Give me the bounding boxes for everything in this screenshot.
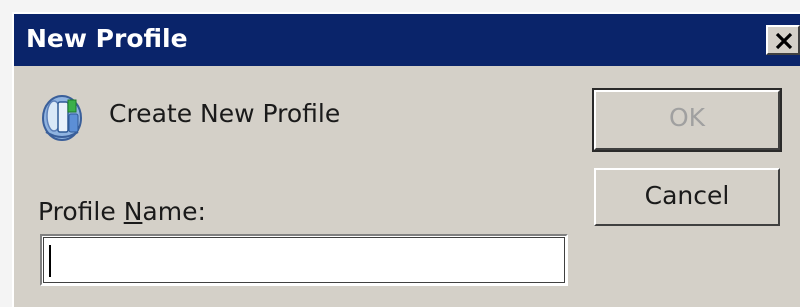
close-icon xyxy=(775,32,793,50)
profile-name-input[interactable] xyxy=(40,234,568,286)
cancel-button[interactable]: Cancel xyxy=(594,168,780,226)
label-accelerator: N xyxy=(123,197,143,226)
label-prefix: Profile xyxy=(38,197,124,226)
label-suffix: ame: xyxy=(142,197,206,226)
window-title: New Profile xyxy=(26,24,188,53)
close-button[interactable] xyxy=(766,25,800,55)
profile-icon xyxy=(42,95,82,141)
title-bar[interactable]: New Profile xyxy=(14,14,800,66)
profile-name-label: Profile Name: xyxy=(38,194,206,230)
dialog-heading: Create New Profile xyxy=(109,99,341,128)
ok-button[interactable]: OK xyxy=(592,88,782,152)
new-profile-dialog: New Profile Create New Profile Profile N… xyxy=(12,12,800,307)
text-caret xyxy=(49,245,51,277)
